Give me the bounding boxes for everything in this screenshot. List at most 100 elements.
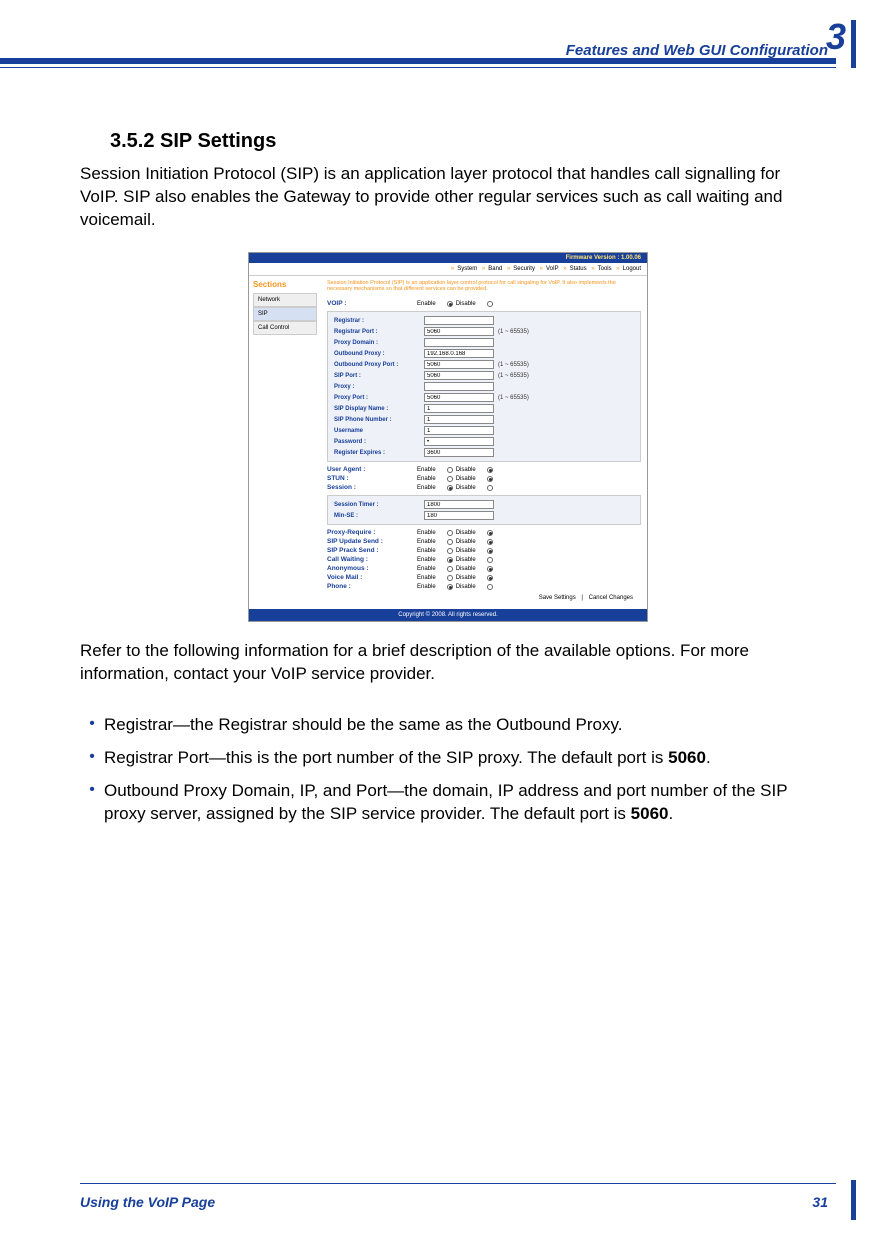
- bullet-dot: •: [80, 780, 104, 826]
- text-input[interactable]: [424, 393, 494, 402]
- enable-radio[interactable]: [447, 539, 453, 545]
- ss-sidebar: Sections Network SIP Call Control: [249, 276, 321, 609]
- enable-label: Enable: [417, 566, 436, 572]
- text-input[interactable]: [424, 437, 494, 446]
- disable-radio[interactable]: [487, 467, 493, 473]
- field-label: Password :: [334, 439, 424, 445]
- enable-radio[interactable]: [447, 566, 453, 572]
- toggle-label: SIP Update Send :: [327, 538, 417, 545]
- field-label: Session Timer :: [334, 502, 424, 508]
- enable-radio[interactable]: [447, 467, 453, 473]
- arrow-icon: »: [591, 266, 594, 272]
- embedded-screenshot: Firmware Version : 1.00.06 »System »Band…: [248, 252, 648, 622]
- toggle-label: Session :: [327, 484, 417, 491]
- bullet-text: Registrar Port—this is the port number o…: [104, 747, 816, 770]
- disable-radio[interactable]: [487, 548, 493, 554]
- ss-actions: Save Settings | Cancel Changes: [327, 591, 641, 605]
- disable-label: Disable: [456, 575, 476, 581]
- field-label: Outbound Proxy :: [334, 351, 424, 357]
- sidebar-item-sip[interactable]: SIP: [253, 307, 317, 321]
- field-label: Register Expires :: [334, 450, 424, 456]
- field-label: SIP Display Name :: [334, 406, 424, 412]
- field-label: Proxy :: [334, 384, 424, 390]
- enable-radio[interactable]: [447, 530, 453, 536]
- sidebar-item-call-control[interactable]: Call Control: [253, 321, 317, 335]
- header-title: Features and Web GUI Configuration: [566, 42, 828, 59]
- bullet-text: Registrar—the Registrar should be the sa…: [104, 714, 816, 737]
- enable-radio[interactable]: [447, 476, 453, 482]
- enable-label: Enable: [417, 530, 436, 536]
- enable-label: Enable: [417, 476, 436, 482]
- nav-tools[interactable]: Tools: [598, 266, 612, 272]
- sidebar-item-network[interactable]: Network: [253, 293, 317, 307]
- nav-security[interactable]: Security: [513, 266, 535, 272]
- registrar-group: Registrar :Registrar Port :(1 ~ 65535)Pr…: [327, 311, 641, 462]
- arrow-icon: »: [482, 266, 485, 272]
- enable-radio[interactable]: [447, 557, 453, 563]
- disable-radio[interactable]: [487, 584, 493, 590]
- enable-label: Enable: [417, 548, 436, 554]
- field-label: Username: [334, 428, 424, 434]
- disable-radio[interactable]: [487, 566, 493, 572]
- disable-radio[interactable]: [487, 485, 493, 491]
- bullet-dot: •: [80, 714, 104, 737]
- text-input[interactable]: [424, 415, 494, 424]
- enable-radio[interactable]: [447, 584, 453, 590]
- text-input[interactable]: [424, 371, 494, 380]
- field-label: Proxy Port :: [334, 395, 424, 401]
- field-label: Min-SE :: [334, 513, 424, 519]
- bullet-dot: •: [80, 747, 104, 770]
- ss-intro-text: Session Initiation Protocol (SIP) is an …: [327, 280, 641, 293]
- toggle-label: Phone :: [327, 583, 417, 590]
- text-input[interactable]: [424, 500, 494, 509]
- disable-label: Disable: [456, 467, 476, 473]
- cancel-changes-link[interactable]: Cancel Changes: [589, 595, 633, 601]
- nav-status[interactable]: Status: [570, 266, 587, 272]
- enable-label: Enable: [417, 301, 436, 307]
- toggle-label: STUN :: [327, 475, 417, 482]
- ss-sidebar-title: Sections: [253, 280, 317, 289]
- nav-system[interactable]: System: [457, 266, 477, 272]
- text-input[interactable]: [424, 360, 494, 369]
- text-input[interactable]: [424, 316, 494, 325]
- text-input[interactable]: [424, 382, 494, 391]
- enable-radio[interactable]: [447, 575, 453, 581]
- arrow-icon: »: [507, 266, 510, 272]
- text-input[interactable]: [424, 338, 494, 347]
- arrow-icon: »: [540, 266, 543, 272]
- toggle-label: Proxy-Require :: [327, 529, 417, 536]
- bullet-item: •Outbound Proxy Domain, IP, and Port—the…: [80, 780, 816, 826]
- disable-radio[interactable]: [487, 557, 493, 563]
- disable-radio[interactable]: [487, 575, 493, 581]
- disable-radio[interactable]: [487, 530, 493, 536]
- separator: |: [581, 595, 583, 601]
- text-input[interactable]: [424, 404, 494, 413]
- toggle-label: Anonymous :: [327, 565, 417, 572]
- ss-copyright: Copyright © 2008. All rights reserved.: [249, 609, 647, 621]
- nav-voip[interactable]: VoIP: [546, 266, 559, 272]
- toggle-label: User Agent :: [327, 466, 417, 473]
- bullet-text: Outbound Proxy Domain, IP, and Port—the …: [104, 780, 816, 826]
- voip-enable-radio[interactable]: [447, 301, 453, 307]
- toggle-label: SIP Prack Send :: [327, 547, 417, 554]
- disable-label: Disable: [456, 548, 476, 554]
- range-hint: (1 ~ 65535): [498, 395, 529, 401]
- save-settings-link[interactable]: Save Settings: [539, 595, 576, 601]
- enable-radio[interactable]: [447, 485, 453, 491]
- text-input[interactable]: [424, 448, 494, 457]
- nav-logout[interactable]: Logout: [623, 266, 641, 272]
- text-input[interactable]: [424, 349, 494, 358]
- disable-label: Disable: [456, 566, 476, 572]
- voip-disable-radio[interactable]: [487, 301, 493, 307]
- field-label: Outbound Proxy Port :: [334, 362, 424, 368]
- text-input[interactable]: [424, 327, 494, 336]
- text-input[interactable]: [424, 426, 494, 435]
- text-input[interactable]: [424, 511, 494, 520]
- enable-radio[interactable]: [447, 548, 453, 554]
- disable-radio[interactable]: [487, 539, 493, 545]
- nav-band[interactable]: Band: [488, 266, 502, 272]
- footer-page-number: 31: [812, 1194, 828, 1210]
- footer-text: Using the VoIP Page: [80, 1194, 215, 1210]
- ss-firmware-bar: Firmware Version : 1.00.06: [249, 253, 647, 263]
- disable-radio[interactable]: [487, 476, 493, 482]
